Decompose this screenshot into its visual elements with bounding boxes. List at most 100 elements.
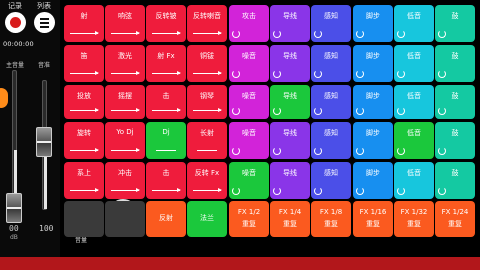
sound-pad[interactable]: 低音 bbox=[394, 162, 434, 199]
sound-pad[interactable]: 击 bbox=[146, 162, 186, 199]
sound-pad[interactable]: 笛 bbox=[64, 45, 104, 82]
fx-pad[interactable]: FX 1/2 重复 bbox=[229, 201, 269, 237]
sound-pad[interactable]: 反转铍 bbox=[146, 5, 186, 42]
sound-pad[interactable]: 脚步 bbox=[353, 85, 393, 119]
fx-pad[interactable]: FX 1/8 重复 bbox=[311, 201, 351, 237]
sound-pad[interactable]: 导线 bbox=[270, 122, 310, 159]
arrow-icon bbox=[193, 71, 222, 75]
sound-pad[interactable]: 冲击 bbox=[105, 162, 145, 199]
list-label: 列表 bbox=[37, 2, 51, 10]
fx-pad[interactable]: FX 1/24 重复 bbox=[435, 201, 475, 237]
pad-label: 钢琴 bbox=[200, 92, 214, 100]
pad-label: 投放 bbox=[77, 92, 91, 100]
sound-pad[interactable]: 脚步 bbox=[353, 162, 393, 199]
pad-label: FX 1/16 bbox=[359, 208, 387, 216]
fx-pad[interactable] bbox=[105, 201, 145, 237]
pad-label: 鼓 bbox=[451, 92, 459, 100]
arrow-icon bbox=[70, 31, 99, 35]
loop-icon bbox=[314, 187, 322, 195]
pad-label: 脚步 bbox=[366, 169, 380, 177]
arrow-icon bbox=[152, 31, 181, 35]
loop-icon bbox=[314, 107, 322, 115]
sound-pad[interactable]: 铜钹 bbox=[187, 45, 227, 82]
fx-pad[interactable]: FX 1/16 重复 bbox=[353, 201, 393, 237]
sound-pad[interactable]: 脚步 bbox=[353, 45, 393, 82]
sound-pad[interactable]: 反转 Fx bbox=[187, 162, 227, 199]
sound-pad[interactable]: 鼓 bbox=[435, 85, 475, 119]
sound-pad[interactable]: 噪音 bbox=[229, 85, 269, 119]
arrow-icon bbox=[152, 188, 181, 192]
sound-pad[interactable]: 感知 bbox=[311, 45, 351, 82]
sound-pad[interactable]: 感知 bbox=[311, 122, 351, 159]
track-volume-handle[interactable] bbox=[36, 127, 52, 158]
sound-pad[interactable]: 响弦 bbox=[105, 5, 145, 42]
pad-label: 铜钹 bbox=[200, 52, 214, 60]
list-button[interactable] bbox=[34, 12, 55, 33]
sound-pad[interactable]: 噪音 bbox=[229, 162, 269, 199]
recording-timer: 00:00:00 bbox=[3, 40, 34, 48]
pad-label: FX 1/2 bbox=[237, 208, 261, 216]
pad-sublabel: 重复 bbox=[324, 220, 338, 228]
pad-label: 噪音 bbox=[242, 52, 256, 60]
loop-icon bbox=[356, 187, 364, 195]
sound-pad[interactable]: 攻击 bbox=[229, 5, 269, 42]
record-button[interactable] bbox=[5, 12, 26, 33]
pad-label: 射 Fx bbox=[157, 52, 175, 60]
sound-pad[interactable]: 导线 bbox=[270, 45, 310, 82]
sound-pad[interactable]: 投放 bbox=[64, 85, 104, 119]
fx-pad[interactable]: FX 1/32 重复 bbox=[394, 201, 434, 237]
sound-pad[interactable]: 激光 bbox=[105, 45, 145, 82]
pad-label: 脚步 bbox=[366, 12, 380, 20]
master-meter-value: 00 bbox=[9, 224, 19, 233]
sound-pad[interactable]: 脚步 bbox=[353, 5, 393, 42]
sound-pad[interactable]: 低音 bbox=[394, 5, 434, 42]
fx-pad[interactable]: 法兰 bbox=[187, 201, 227, 237]
loop-icon bbox=[397, 107, 405, 115]
sound-pad[interactable]: 系上 bbox=[64, 162, 104, 199]
sound-pad[interactable]: 摇摆 bbox=[105, 85, 145, 119]
pad-label: 摇摆 bbox=[118, 92, 132, 100]
sound-pad[interactable]: 钢琴 bbox=[187, 85, 227, 119]
sound-pad[interactable]: 鼓 bbox=[435, 45, 475, 82]
pad-label: 系上 bbox=[77, 169, 91, 177]
dash-icon bbox=[156, 150, 176, 151]
sound-pad[interactable]: 射 bbox=[64, 5, 104, 42]
sound-pad[interactable]: 导线 bbox=[270, 162, 310, 199]
pad-sublabel: 重复 bbox=[448, 220, 462, 228]
sound-pad[interactable]: 鼓 bbox=[435, 122, 475, 159]
fx-pad[interactable]: 反射 bbox=[146, 201, 186, 237]
sound-pad[interactable]: 低音 bbox=[394, 122, 434, 159]
sound-pad[interactable]: Dj bbox=[146, 122, 186, 159]
loop-icon bbox=[273, 70, 281, 78]
pad-label: 击 bbox=[162, 92, 170, 100]
sound-pad[interactable]: 旋转 bbox=[64, 122, 104, 159]
sound-pad[interactable]: 长射 bbox=[187, 122, 227, 159]
sound-pad[interactable]: 导线 bbox=[270, 5, 310, 42]
loop-icon bbox=[356, 147, 364, 155]
fx-pad[interactable] bbox=[64, 201, 104, 237]
sound-pad[interactable]: 低音 bbox=[394, 45, 434, 82]
sound-pad[interactable]: 射 Fx bbox=[146, 45, 186, 82]
sound-pad[interactable]: 击 bbox=[146, 85, 186, 119]
sound-pad[interactable]: 感知 bbox=[311, 162, 351, 199]
sound-pad[interactable]: 脚步 bbox=[353, 122, 393, 159]
sound-pad[interactable]: 感知 bbox=[311, 5, 351, 42]
sound-pad[interactable]: 低音 bbox=[394, 85, 434, 119]
loop-icon bbox=[397, 147, 405, 155]
sound-pad[interactable]: 鼓 bbox=[435, 5, 475, 42]
sound-pad[interactable]: 反转喇音 bbox=[187, 5, 227, 42]
sound-pad[interactable]: Yo Dj bbox=[105, 122, 145, 159]
fx-pad[interactable]: FX 1/4 重复 bbox=[270, 201, 310, 237]
pad-label: 鼓 bbox=[451, 12, 459, 20]
sound-pad[interactable]: 噪音 bbox=[229, 45, 269, 82]
sound-pad[interactable]: 导线 bbox=[270, 85, 310, 119]
sound-pad[interactable]: 鼓 bbox=[435, 162, 475, 199]
pad-label: Yo Dj bbox=[116, 128, 134, 136]
loop-icon bbox=[273, 147, 281, 155]
sound-pad[interactable]: 噪音 bbox=[229, 122, 269, 159]
loop-icon bbox=[438, 187, 446, 195]
sound-pad[interactable]: 感知 bbox=[311, 85, 351, 119]
master-volume-handle[interactable] bbox=[6, 193, 22, 223]
loop-icon bbox=[232, 30, 240, 38]
pad-label: 笛 bbox=[80, 52, 88, 60]
